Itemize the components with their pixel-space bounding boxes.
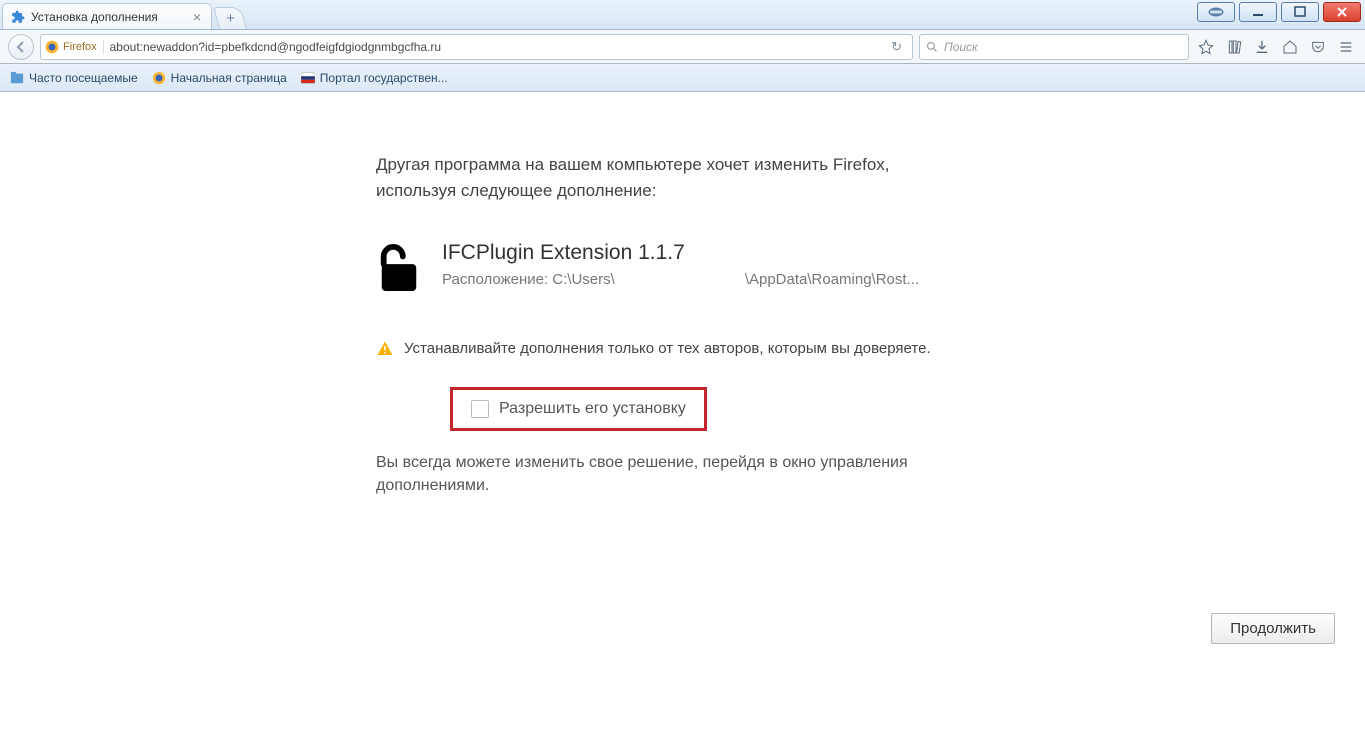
firefox-small-icon <box>152 71 166 85</box>
firefox-icon <box>45 40 59 54</box>
note-text: Вы всегда можете изменить свое решение, … <box>376 451 996 497</box>
window-controls <box>1197 2 1361 22</box>
bookmark-most-visited[interactable]: Часто посещаемые <box>10 71 138 85</box>
checkbox-icon <box>471 400 489 418</box>
unlock-icon <box>376 241 422 300</box>
russia-flag-icon <box>301 71 315 85</box>
bookmark-label: Часто посещаемые <box>29 71 138 85</box>
reload-button[interactable]: ↻ <box>885 39 908 55</box>
plugin-location: Расположение: C:\Users\\AppData\Roaming\… <box>442 271 919 288</box>
hamburger-menu-button[interactable] <box>1335 36 1357 58</box>
warning-text: Устанавливайте дополнения только от тех … <box>404 338 931 365</box>
continue-button[interactable]: Продолжить <box>1211 613 1335 644</box>
puzzle-icon <box>11 10 25 24</box>
bookmarks-toolbar: Часто посещаемые Начальная страница Порт… <box>0 64 1365 92</box>
folder-icon <box>10 71 24 85</box>
identity-label: Firefox <box>63 41 97 53</box>
navigation-toolbar: Firefox about:newaddon?id=pbefkdcnd@ngod… <box>0 30 1365 64</box>
allow-install-checkbox[interactable]: Разрешить его установку <box>450 387 707 431</box>
tab-title: Установка дополнения <box>31 10 158 24</box>
plugin-name: IFCPlugin Extension 1.1.7 <box>442 241 919 265</box>
bookmarks-list-button[interactable] <box>1223 36 1245 58</box>
page-content: Другая программа на вашем компьютере хоч… <box>0 92 1365 729</box>
warning-icon <box>376 340 394 365</box>
lead-text: Другая программа на вашем компьютере хоч… <box>376 152 996 203</box>
pocket-button[interactable] <box>1307 36 1329 58</box>
home-button[interactable] <box>1279 36 1301 58</box>
url-text: about:newaddon?id=pbefkdcnd@ngodfeigfdgi… <box>110 40 879 54</box>
window-maximize-button[interactable] <box>1281 2 1319 22</box>
bookmark-star-button[interactable] <box>1195 36 1217 58</box>
search-placeholder: Поиск <box>944 40 978 54</box>
window-minimize-button[interactable] <box>1239 2 1277 22</box>
bookmark-gov-portal[interactable]: Портал государствен... <box>301 71 448 85</box>
back-button[interactable] <box>8 34 34 60</box>
new-tab-button[interactable]: + <box>213 7 247 29</box>
bookmark-label: Портал государствен... <box>320 71 448 85</box>
window-titlebar: Установка дополнения × + <box>0 0 1365 30</box>
downloads-button[interactable] <box>1251 36 1273 58</box>
browser-tab-active[interactable]: Установка дополнения × <box>2 3 212 29</box>
address-bar[interactable]: Firefox about:newaddon?id=pbefkdcnd@ngod… <box>40 34 913 60</box>
bookmark-label: Начальная страница <box>171 71 287 85</box>
warning-row: Устанавливайте дополнения только от тех … <box>376 338 996 365</box>
plugin-info: IFCPlugin Extension 1.1.7 Расположение: … <box>376 241 996 300</box>
tab-close-button[interactable]: × <box>191 10 203 24</box>
allow-label: Разрешить его установку <box>499 400 686 418</box>
bookmark-start-page[interactable]: Начальная страница <box>152 71 287 85</box>
search-icon <box>926 41 938 53</box>
search-box[interactable]: Поиск <box>919 34 1189 60</box>
firefox-menu-button[interactable] <box>1197 2 1235 22</box>
site-identity[interactable]: Firefox <box>45 40 104 54</box>
window-close-button[interactable] <box>1323 2 1361 22</box>
